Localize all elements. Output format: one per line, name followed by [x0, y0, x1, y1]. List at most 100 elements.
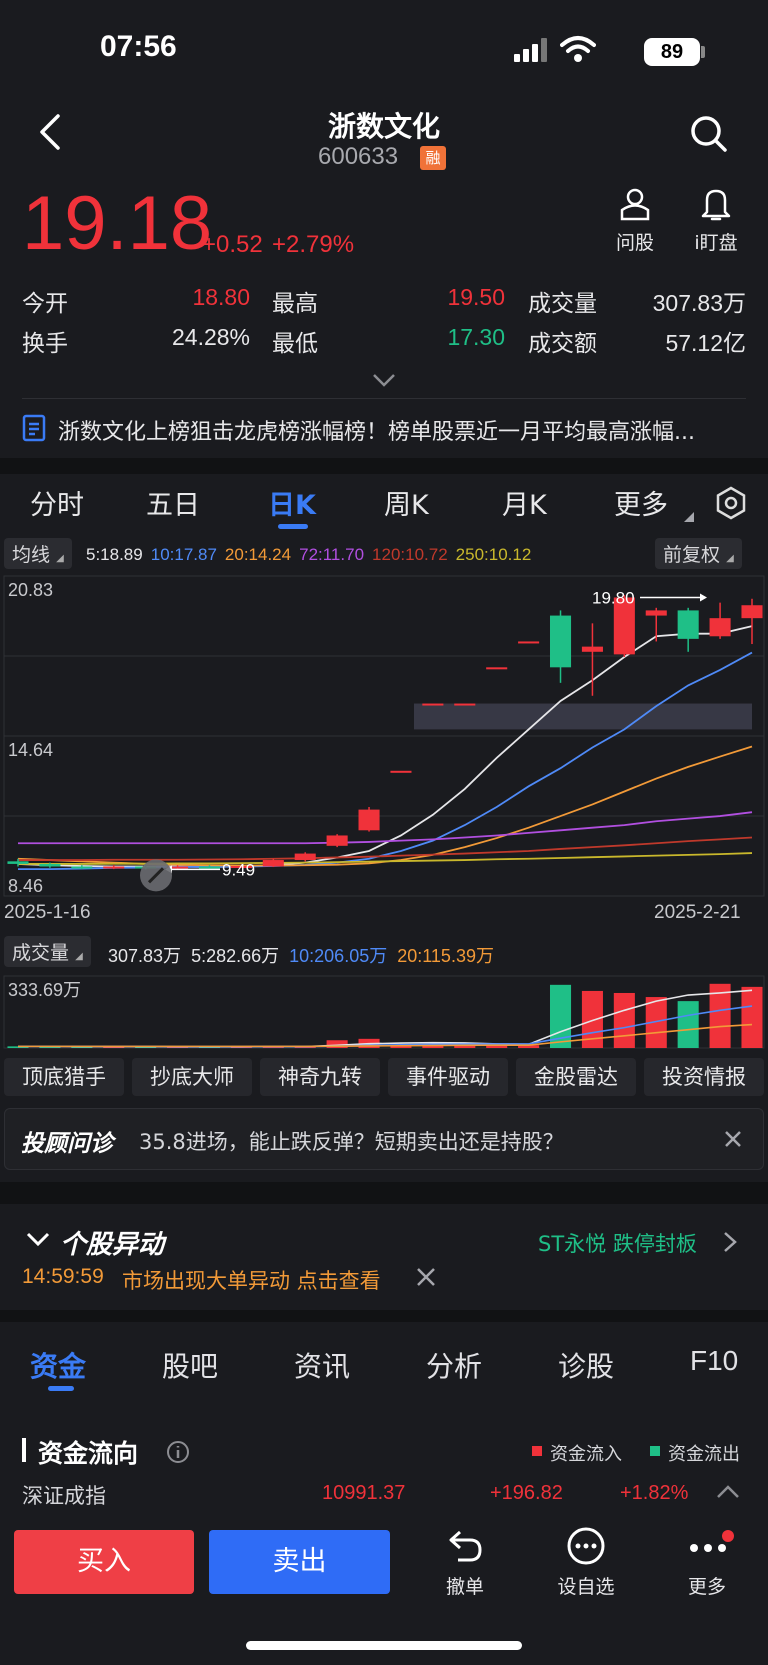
- collapse-chevron-icon[interactable]: [26, 1230, 50, 1250]
- ma-line-ma10: [18, 651, 753, 870]
- expand-chevron-icon[interactable]: [372, 372, 396, 388]
- anomaly-time: 14:59:59: [22, 1265, 104, 1288]
- chevron-right-icon[interactable]: [722, 1230, 738, 1254]
- candle-body-2: [71, 866, 93, 869]
- tab-f10[interactable]: F10: [690, 1345, 738, 1377]
- section-gap: [0, 458, 768, 474]
- candle-body-1: [39, 863, 61, 867]
- low-value: 17.30: [447, 324, 505, 350]
- current-price: 19.18: [22, 181, 213, 266]
- feature-investment-intel[interactable]: 投资情报: [644, 1058, 764, 1096]
- ask-person-icon: [620, 188, 650, 221]
- support-zone: [414, 703, 752, 730]
- feature-event-driven[interactable]: 事件驱动: [388, 1058, 508, 1096]
- tab-intraday[interactable]: 分时: [30, 483, 84, 522]
- wifi-icon: [560, 36, 596, 62]
- amount-value: 57.12亿: [665, 330, 746, 356]
- more-label[interactable]: 更多: [662, 1572, 752, 1599]
- close-icon[interactable]: [723, 1129, 743, 1149]
- feature-magic-nine[interactable]: 神奇九转: [260, 1058, 380, 1096]
- volume-caret-icon: ◢: [75, 951, 83, 962]
- feature-bottom-master[interactable]: 抄底大师: [132, 1058, 252, 1096]
- ma-value-0: 5:18.89: [86, 545, 143, 564]
- volume-bar-23: [741, 986, 763, 1048]
- volume-ma-value-1: 5:282.66万: [191, 946, 280, 966]
- candle-body-17: [549, 615, 572, 668]
- low-label: 最低: [272, 331, 318, 357]
- anomaly-related-stock[interactable]: ST永悦 跌停封板: [538, 1228, 697, 1258]
- open-value: 18.80: [192, 284, 250, 310]
- tab-diagnosis[interactable]: 诊股: [558, 1345, 614, 1385]
- ma-value-5: 250:10.12: [455, 545, 532, 564]
- volume-ma-value-2: 10:206.05万: [289, 946, 388, 966]
- tab-daily-k[interactable]: 日K: [268, 483, 316, 522]
- tab-weekly-k[interactable]: 周K: [384, 483, 429, 522]
- more-dots-icon[interactable]: [686, 1530, 736, 1560]
- candle-body-16: [518, 641, 540, 644]
- outflow-legend-swatch: [650, 1446, 660, 1456]
- feature-gold-radar[interactable]: 金股雷达: [516, 1058, 636, 1096]
- home-indicator: [246, 1641, 522, 1650]
- ma-line-ma72: [18, 811, 753, 845]
- ma-value-3: 72:11.70: [299, 545, 365, 564]
- adjust-selector[interactable]: 前复权 ◢: [655, 538, 742, 569]
- tab-more[interactable]: 更多: [614, 483, 668, 522]
- index-change-pct: +1.82%: [620, 1482, 689, 1504]
- margin-badge: 融: [420, 146, 446, 170]
- volume-ma5-line: [18, 989, 753, 1048]
- search-icon[interactable]: [690, 115, 728, 153]
- advisor-card[interactable]: 投顾问诊 35.8进场，能止跌反弹？短期卖出还是持股？: [4, 1108, 764, 1170]
- candle-body-13: [422, 703, 444, 706]
- high-value: 19.50: [447, 284, 505, 310]
- tab-five-day[interactable]: 五日: [146, 483, 200, 522]
- adjust-caret-icon: ◢: [726, 553, 734, 564]
- ma-value-4: 120:10.72: [372, 545, 448, 564]
- candle-body-20: [645, 610, 667, 616]
- candle-body-8: [262, 860, 284, 867]
- ask-stock-button[interactable]: 问股: [600, 186, 670, 255]
- candle-body-9: [294, 853, 316, 861]
- min-price-annotation: 9.49: [222, 860, 255, 879]
- section-gap: [0, 1310, 768, 1322]
- inflow-legend: 资金流入: [550, 1444, 622, 1465]
- volume-label: 成交量: [528, 291, 597, 317]
- undo-icon[interactable]: [446, 1528, 486, 1566]
- x-start-label: 2025-1-16: [4, 902, 91, 923]
- advisor-text: 35.8进场，能止跌反弹？短期卖出还是持股？: [139, 1130, 564, 1154]
- anomaly-text[interactable]: 市场出现大单异动 点击查看: [122, 1265, 381, 1295]
- volume-ma10-line: [18, 1005, 753, 1048]
- news-banner[interactable]: 浙数文化上榜狙击龙虎榜涨幅榜！榜单股票近一月平均最高涨幅...: [0, 406, 768, 456]
- buy-button[interactable]: 买入: [14, 1530, 194, 1594]
- volume-selector[interactable]: 成交量 ◢: [4, 936, 91, 967]
- collapse-up-icon[interactable]: [716, 1484, 740, 1500]
- watch-button[interactable]: i盯盘: [676, 186, 756, 255]
- candle-body-14: [454, 703, 476, 706]
- battery-indicator: 89: [644, 38, 700, 66]
- y-mid-label: 14.64: [8, 740, 54, 760]
- tab-forum[interactable]: 股吧: [162, 1345, 218, 1385]
- turnover-value: 24.28%: [171, 324, 250, 350]
- sell-button[interactable]: 卖出: [209, 1530, 390, 1594]
- candlestick-chart[interactable]: 19.80 9.49: [0, 574, 768, 899]
- status-bar: 07:56 89: [0, 0, 768, 100]
- ma-selector[interactable]: 均线 ◢: [4, 538, 72, 569]
- y-top-label: 20.83: [8, 580, 54, 600]
- open-label: 今开: [22, 291, 68, 317]
- add-watchlist-icon[interactable]: [566, 1526, 606, 1566]
- tab-analysis[interactable]: 分析: [426, 1345, 482, 1385]
- price-change-pct: +2.79%: [272, 231, 355, 258]
- settings-hex-icon[interactable]: [714, 486, 748, 520]
- ma-line-ma20: [17, 745, 753, 867]
- cancel-order-label[interactable]: 撤单: [420, 1572, 510, 1599]
- tab-news[interactable]: 资讯: [294, 1345, 350, 1385]
- tab-monthly-k[interactable]: 月K: [502, 483, 547, 522]
- tab-funds[interactable]: 资金: [30, 1345, 86, 1385]
- price-change: +0.52: [202, 231, 263, 258]
- ma-values: 5:18.89 10:17.87 20:14.24 72:11.70 120:10.72…: [86, 545, 531, 565]
- add-watchlist-label[interactable]: 设自选: [541, 1572, 631, 1599]
- volume-chart[interactable]: [0, 974, 768, 1050]
- dismiss-icon[interactable]: [415, 1266, 437, 1288]
- feature-bottom-hunter[interactable]: 顶底猎手: [4, 1058, 124, 1096]
- info-icon[interactable]: [166, 1440, 190, 1464]
- volume-selector-label: 成交量: [12, 942, 70, 964]
